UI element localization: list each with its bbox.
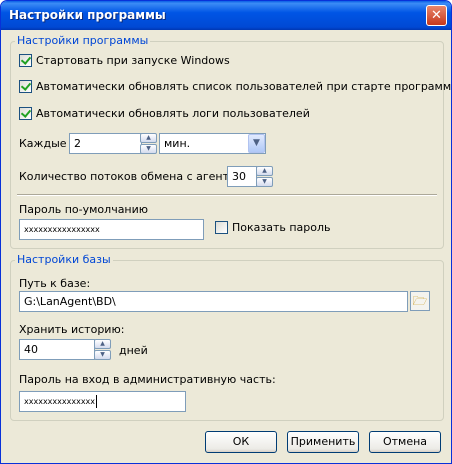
spin-down-icon[interactable]: ▼: [94, 350, 111, 360]
spin-up-icon[interactable]: ▲: [140, 133, 157, 143]
title-bar[interactable]: Настройки программы ✕: [1, 1, 451, 30]
apply-button[interactable]: Применить: [287, 431, 359, 453]
text-cursor: [96, 395, 98, 408]
start-with-windows-option[interactable]: Стартовать при запуске Windows: [19, 54, 230, 67]
default-password-label: Пароль по-умолчанию: [19, 203, 149, 216]
interval-unit-value: мин.: [164, 137, 191, 150]
chevron-down-icon[interactable]: ▼: [248, 134, 265, 153]
every-interval-input[interactable]: 2: [69, 133, 142, 154]
section-divider: [17, 194, 437, 196]
db-path-label: Путь к базе:: [19, 277, 91, 290]
auto-update-users-checkbox[interactable]: [19, 80, 32, 93]
program-settings-legend: Настройки программы: [15, 34, 151, 47]
db-settings-legend: Настройки базы: [15, 253, 113, 266]
auto-update-logs-label: Автоматически обновлять логи пользовател…: [36, 107, 310, 120]
folder-icon: 🗁: [412, 294, 428, 308]
history-unit-label: дней: [119, 344, 148, 357]
show-password-option[interactable]: Показать пароль: [215, 221, 331, 234]
spin-up-icon[interactable]: ▲: [94, 339, 111, 349]
cancel-button[interactable]: Отмена: [369, 431, 441, 453]
start-with-windows-label: Стартовать при запуске Windows: [36, 54, 230, 67]
show-password-label: Показать пароль: [232, 221, 331, 234]
settings-dialog: Настройки программы ✕ Настройки программ…: [0, 0, 452, 464]
auto-update-logs-option[interactable]: Автоматически обновлять логи пользовател…: [19, 107, 310, 120]
every-interval-spinner[interactable]: ▲ ▼: [140, 133, 157, 154]
spin-up-icon[interactable]: ▲: [256, 166, 273, 176]
every-label: Каждые: [19, 137, 67, 150]
admin-password-label: Пароль на вход в административную часть:: [19, 373, 276, 386]
history-label: Хранить историю:: [19, 323, 125, 336]
threads-spinner[interactable]: ▲ ▼: [256, 166, 273, 187]
admin-password-value: xxxxxxxxxxxxxxx: [24, 397, 96, 406]
close-button[interactable]: ✕: [426, 5, 447, 26]
show-password-checkbox[interactable]: [215, 221, 228, 234]
auto-update-users-option[interactable]: Автоматически обновлять список пользоват…: [19, 80, 452, 93]
threads-input[interactable]: 30: [227, 166, 257, 187]
history-days-spinner[interactable]: ▲ ▼: [94, 339, 111, 360]
browse-folder-button[interactable]: 🗁: [410, 291, 430, 311]
threads-label: Количество потоков обмена с агентом:: [19, 170, 248, 183]
ok-button[interactable]: ОК: [205, 431, 277, 453]
spin-down-icon[interactable]: ▼: [140, 144, 157, 154]
auto-update-logs-checkbox[interactable]: [19, 107, 32, 120]
history-days-input[interactable]: 40: [19, 339, 95, 360]
close-icon: ✕: [431, 8, 442, 23]
auto-update-users-label: Автоматически обновлять список пользоват…: [36, 80, 452, 93]
db-path-input[interactable]: G:\LanAgent\BD\: [19, 291, 408, 312]
spin-down-icon[interactable]: ▼: [256, 177, 273, 187]
window-title: Настройки программы: [9, 8, 166, 22]
admin-password-input[interactable]: xxxxxxxxxxxxxxx: [19, 391, 186, 412]
start-with-windows-checkbox[interactable]: [19, 54, 32, 67]
default-password-input[interactable]: xxxxxxxxxxxxxxxx: [19, 219, 204, 240]
